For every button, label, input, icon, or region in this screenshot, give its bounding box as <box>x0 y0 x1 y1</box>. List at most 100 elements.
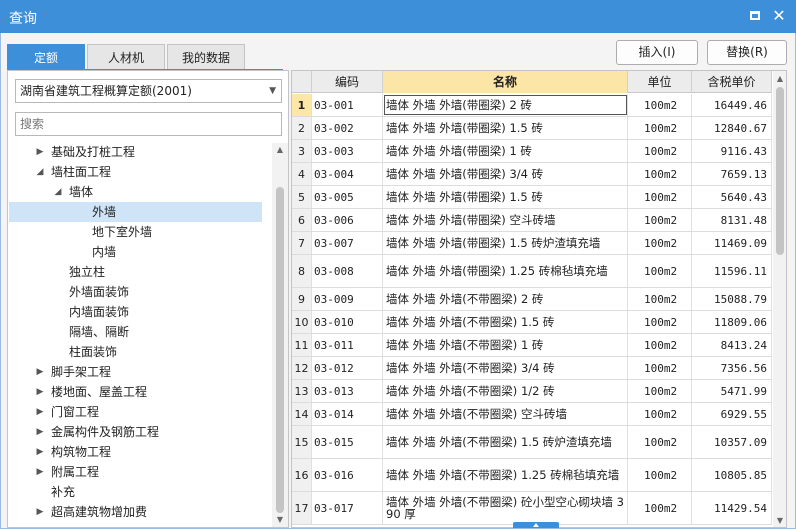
cell-unit[interactable]: 100m2 <box>628 117 692 139</box>
cell-price[interactable]: 8131.48 <box>692 209 772 231</box>
collapsed-arrow-icon[interactable]: ▶ <box>35 362 45 382</box>
maximize-icon[interactable] <box>746 7 764 25</box>
tab-labor-material-machine[interactable]: 人材机 <box>87 44 165 70</box>
cell-price[interactable]: 11429.54 <box>692 492 772 524</box>
tab-my-data[interactable]: 我的数据 <box>167 44 245 70</box>
cell-unit[interactable]: 100m2 <box>628 186 692 208</box>
grid-scrollbar[interactable]: ▲ ▼ <box>773 71 786 527</box>
expanded-arrow-icon[interactable]: ◢ <box>35 162 45 182</box>
cell-price[interactable]: 5640.43 <box>692 186 772 208</box>
cell-code[interactable]: 03-017 <box>312 492 383 524</box>
grid-scroll-thumb[interactable] <box>776 87 784 255</box>
cell-unit[interactable]: 100m2 <box>628 94 692 116</box>
collapsed-arrow-icon[interactable]: ▶ <box>35 142 45 162</box>
cell-name[interactable]: 墙体 外墙 外墙(带圈梁) 1.5 砖 <box>383 186 628 208</box>
cell-name[interactable]: 墙体 外墙 外墙(不带圈梁) 3/4 砖 <box>383 357 628 379</box>
tree-item[interactable]: ▶ 门窗工程 <box>9 402 262 422</box>
tab-quota[interactable]: 定额 <box>7 44 85 70</box>
cell-unit[interactable]: 100m2 <box>628 426 692 458</box>
cell-price[interactable]: 9116.43 <box>692 140 772 162</box>
cell-name[interactable]: 墙体 外墙 外墙(带圈梁) 1.25 砖棉毡填充墙 <box>383 255 628 287</box>
cell-code[interactable]: 03-002 <box>312 117 383 139</box>
cell-code[interactable]: 03-010 <box>312 311 383 333</box>
table-row[interactable]: 1 03-001 墙体 外墙 外墙(带圈梁) 2 砖 100m2 16449.46 <box>292 94 772 117</box>
cell-unit[interactable]: 100m2 <box>628 403 692 425</box>
scroll-up-icon[interactable]: ▲ <box>272 143 288 157</box>
cell-price[interactable]: 11469.09 <box>692 232 772 254</box>
close-icon[interactable]: ✕ <box>770 7 788 25</box>
cell-unit[interactable]: 100m2 <box>628 255 692 287</box>
tree-item[interactable]: 隔墙、隔断 <box>9 322 262 342</box>
tree-item[interactable]: 补充 <box>9 482 262 502</box>
table-row[interactable]: 6 03-006 墙体 外墙 外墙(带圈梁) 空斗砖墙 100m2 8131.48 <box>292 209 772 232</box>
cell-name[interactable]: 墙体 外墙 外墙(不带圈梁) 空斗砖墙 <box>383 403 628 425</box>
table-row[interactable]: 13 03-013 墙体 外墙 外墙(不带圈梁) 1/2 砖 100m2 5471.99 <box>292 380 772 403</box>
collapsed-arrow-icon[interactable]: ▶ <box>35 422 45 442</box>
tree-item[interactable]: 地下室外墙 <box>9 222 262 242</box>
cell-code[interactable]: 03-003 <box>312 140 383 162</box>
insert-button[interactable]: 插入(I) <box>616 40 698 65</box>
tree-item[interactable]: 内墙 <box>9 242 262 262</box>
cell-code[interactable]: 03-009 <box>312 288 383 310</box>
column-header-code[interactable]: 编码 <box>312 71 383 93</box>
cell-unit[interactable]: 100m2 <box>628 459 692 491</box>
table-row[interactable]: 10 03-010 墙体 外墙 外墙(不带圈梁) 1.5 砖 100m2 11809.0… <box>292 311 772 334</box>
cell-name[interactable]: 墙体 外墙 外墙(不带圈梁) 1.25 砖棉毡填充墙 <box>383 459 628 491</box>
collapsed-arrow-icon[interactable]: ▶ <box>35 382 45 402</box>
cell-unit[interactable]: 100m2 <box>628 380 692 402</box>
cell-unit[interactable]: 100m2 <box>628 163 692 185</box>
cell-price[interactable]: 10357.09 <box>692 426 772 458</box>
collapsed-arrow-icon[interactable]: ▶ <box>35 502 45 522</box>
table-row[interactable]: 15 03-015 墙体 外墙 外墙(不带圈梁) 1.5 砖炉渣填充墙 100m2 10… <box>292 426 772 459</box>
table-row[interactable]: 7 03-007 墙体 外墙 外墙(带圈梁) 1.5 砖炉渣填充墙 100m2 1146… <box>292 232 772 255</box>
cell-name[interactable]: 墙体 外墙 外墙(带圈梁) 1.5 砖 <box>383 117 628 139</box>
cell-code[interactable]: 03-012 <box>312 357 383 379</box>
cell-price[interactable]: 8413.24 <box>692 334 772 356</box>
chevron-down-icon[interactable]: ▼ <box>269 80 276 102</box>
tree-item[interactable]: 内墙面装饰 <box>9 302 262 322</box>
cell-price[interactable]: 15088.79 <box>692 288 772 310</box>
cell-name[interactable]: 墙体 外墙 外墙(带圈梁) 1 砖 <box>383 140 628 162</box>
tree-item[interactable]: ◢ 墙柱面工程 <box>9 162 262 182</box>
tree-item[interactable]: 柱面装饰 <box>9 342 262 362</box>
cell-name[interactable]: 墙体 外墙 外墙(不带圈梁) 1 砖 <box>383 334 628 356</box>
cell-unit[interactable]: 100m2 <box>628 232 692 254</box>
cell-name[interactable]: 墙体 外墙 外墙(不带圈梁) 2 砖 <box>383 288 628 310</box>
table-row[interactable]: 17 03-017 墙体 外墙 外墙(不带圈梁) 砼小型空心砌块墙 390 厚 100… <box>292 492 772 525</box>
cell-unit[interactable]: 100m2 <box>628 140 692 162</box>
tree-item[interactable]: 外墙面装饰 <box>9 282 262 302</box>
collapsed-arrow-icon[interactable]: ▶ <box>35 442 45 462</box>
cell-unit[interactable]: 100m2 <box>628 209 692 231</box>
tree-item[interactable]: ◢ 墙体 <box>9 182 262 202</box>
cell-code[interactable]: 03-006 <box>312 209 383 231</box>
library-select[interactable]: 湖南省建筑工程概算定额(2001) ▼ <box>15 79 282 103</box>
cell-name[interactable]: 墙体 外墙 外墙(带圈梁) 1.5 砖炉渣填充墙 <box>383 232 628 254</box>
table-row[interactable]: 14 03-014 墙体 外墙 外墙(不带圈梁) 空斗砖墙 100m2 6929.55 <box>292 403 772 426</box>
table-row[interactable]: 9 03-009 墙体 外墙 外墙(不带圈梁) 2 砖 100m2 15088.79 <box>292 288 772 311</box>
cell-unit[interactable]: 100m2 <box>628 288 692 310</box>
cell-price[interactable]: 7356.56 <box>692 357 772 379</box>
tree-scroll-thumb[interactable] <box>276 187 284 513</box>
cell-price[interactable]: 7659.13 <box>692 163 772 185</box>
cell-name[interactable]: 墙体 外墙 外墙(不带圈梁) 砼小型空心砌块墙 390 厚 <box>383 492 628 524</box>
cell-price[interactable]: 12840.67 <box>692 117 772 139</box>
cell-name[interactable]: 墙体 外墙 外墙(带圈梁) 2 砖 <box>383 94 628 116</box>
expanded-arrow-icon[interactable]: ◢ <box>53 182 63 202</box>
cell-code[interactable]: 03-004 <box>312 163 383 185</box>
table-row[interactable]: 2 03-002 墙体 外墙 外墙(带圈梁) 1.5 砖 100m2 12840.67 <box>292 117 772 140</box>
cell-unit[interactable]: 100m2 <box>628 357 692 379</box>
table-row[interactable]: 16 03-016 墙体 外墙 外墙(不带圈梁) 1.25 砖棉毡填充墙 100m2 1… <box>292 459 772 492</box>
tree-item[interactable]: ▶ 基础及打桩工程 <box>9 142 262 162</box>
scroll-down-icon[interactable]: ▼ <box>773 515 786 527</box>
cell-unit[interactable]: 100m2 <box>628 334 692 356</box>
cell-price[interactable]: 6929.55 <box>692 403 772 425</box>
cell-price[interactable]: 11809.06 <box>692 311 772 333</box>
tree-item[interactable]: ▶ 金属构件及钢筋工程 <box>9 422 262 442</box>
cell-code[interactable]: 03-001 <box>312 94 383 116</box>
collapsed-arrow-icon[interactable]: ▶ <box>35 462 45 482</box>
table-row[interactable]: 4 03-004 墙体 外墙 外墙(带圈梁) 3/4 砖 100m2 7659.13 <box>292 163 772 186</box>
cell-code[interactable]: 03-005 <box>312 186 383 208</box>
tree-item[interactable]: ▶ 构筑物工程 <box>9 442 262 462</box>
tree-scrollbar[interactable]: ▲ ▼ <box>272 143 288 527</box>
table-row[interactable]: 11 03-011 墙体 外墙 外墙(不带圈梁) 1 砖 100m2 8413.24 <box>292 334 772 357</box>
